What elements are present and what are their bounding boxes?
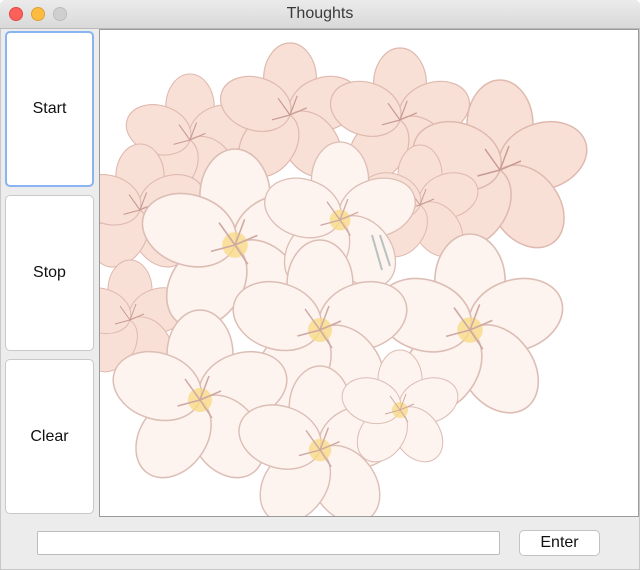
stop-button[interactable]: Stop	[5, 195, 94, 351]
cherry-blossom-image	[100, 42, 597, 516]
window-title: Thoughts	[286, 5, 354, 22]
thought-input[interactable]	[37, 531, 500, 555]
start-button[interactable]: Start	[5, 31, 94, 187]
clear-button[interactable]: Clear	[5, 359, 94, 514]
app-window: Thoughts Start Stop Clear Enter	[0, 0, 640, 570]
title-bar[interactable]: Thoughts	[0, 0, 640, 29]
enter-button[interactable]: Enter	[519, 530, 600, 556]
drawing-canvas[interactable]	[99, 29, 639, 517]
